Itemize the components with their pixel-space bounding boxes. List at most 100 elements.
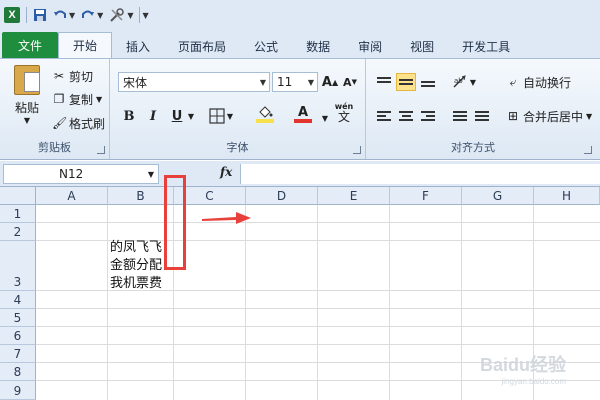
row-header-7[interactable]: 7 [0, 345, 36, 363]
row-header-4[interactable]: 4 [0, 291, 36, 309]
cut-button[interactable]: ✂ 剪切 [52, 67, 93, 85]
align-top-button[interactable] [374, 73, 394, 91]
copy-icon: ❐ [53, 92, 65, 106]
align-middle-button[interactable] [396, 73, 416, 91]
column-header-e[interactable]: E [318, 187, 390, 205]
font-launcher-icon[interactable] [353, 146, 361, 154]
tab-home[interactable]: 开始 [58, 32, 113, 58]
shrink-font-label: A [343, 75, 352, 89]
select-all-corner[interactable] [0, 187, 36, 205]
tab-view[interactable]: 视图 [396, 34, 448, 58]
underline-button[interactable]: U [168, 107, 186, 125]
copy-button[interactable]: ❐ 复制 ▼ [52, 90, 103, 108]
fill-color-swatch [256, 119, 274, 123]
orientation-button[interactable]: ab ▼ [450, 73, 478, 91]
save-icon[interactable] [33, 6, 47, 24]
format-painter-button[interactable]: 🖌 格式刷 [52, 114, 105, 132]
tab-page-layout[interactable]: 页面布局 [164, 34, 240, 58]
tab-developer[interactable]: 开发工具 [448, 34, 524, 58]
shrink-font-button[interactable]: A ▼ [342, 73, 358, 91]
row-header-1[interactable]: 1 [0, 205, 36, 223]
align-right-button[interactable] [418, 107, 438, 125]
tab-insert[interactable]: 插入 [112, 34, 164, 58]
tab-review[interactable]: 审阅 [344, 34, 396, 58]
font-group-label: 字体 [226, 141, 249, 154]
tools-icon[interactable] [109, 6, 125, 24]
column-header-h[interactable]: H [534, 187, 600, 205]
font-size-select[interactable]: 11 ▼ [272, 72, 318, 92]
clipboard-launcher-icon[interactable] [97, 146, 105, 154]
italic-button[interactable]: I [144, 107, 162, 125]
svg-text:ab: ab [454, 77, 463, 85]
align-left-button[interactable] [374, 107, 394, 125]
insert-function-icon[interactable]: fx [220, 165, 232, 179]
font-group: 宋体 ▼ 11 ▼ A ▲ A ▼ B I U ▼ ▼ A ▼ wén 文 字体 [110, 59, 366, 159]
redo-dropdown-icon[interactable]: ▼ [97, 11, 103, 20]
paste-button[interactable]: 粘贴 ▼ [10, 65, 44, 125]
decrease-indent-button[interactable] [450, 107, 470, 125]
merge-cells-icon: ⊞ [507, 109, 519, 123]
paste-dropdown-icon[interactable]: ▼ [10, 116, 44, 125]
formula-bar: N12 ▼ fx [0, 161, 600, 187]
watermark-text: Baidu经验 [479, 355, 566, 375]
clipboard-icon [14, 65, 40, 95]
tools-dropdown-icon[interactable]: ▼ [127, 11, 133, 20]
gridline [317, 205, 318, 400]
text-orientation-icon: ab [453, 75, 466, 88]
font-name-select[interactable]: 宋体 ▼ [118, 72, 270, 92]
column-header-d[interactable]: D [246, 187, 318, 205]
underline-dropdown-icon[interactable]: ▼ [186, 107, 196, 125]
column-header-f[interactable]: F [390, 187, 462, 205]
row-header-6[interactable]: 6 [0, 327, 36, 345]
customize-qat-icon[interactable]: ▼ [142, 11, 148, 20]
merge-center-label: 合并后居中 [523, 109, 584, 124]
phonetic-char: 文 [337, 110, 350, 124]
formula-input[interactable] [240, 164, 600, 184]
row-header-3[interactable]: 3 [0, 241, 36, 291]
borders-button[interactable]: ▼ [206, 107, 236, 125]
row-header-2[interactable]: 2 [0, 223, 36, 241]
watermark: Baidu经验 jingyan.baidu.com [480, 351, 566, 386]
row-header-5[interactable]: 5 [0, 309, 36, 327]
undo-dropdown-icon[interactable]: ▼ [69, 11, 75, 20]
undo-icon[interactable] [53, 6, 67, 24]
tab-file[interactable]: 文件 [2, 32, 58, 58]
phonetic-button[interactable]: wén 文 [332, 102, 356, 124]
column-header-g[interactable]: G [462, 187, 534, 205]
ribbon-tabs: 文件 开始 插入 页面布局 公式 数据 审阅 视图 开发工具 [0, 30, 600, 58]
bold-button[interactable]: B [120, 107, 138, 125]
toolbar-separator [26, 7, 27, 23]
tab-formulas[interactable]: 公式 [240, 34, 292, 58]
orientation-dropdown-icon: ▼ [469, 77, 477, 87]
redo-icon[interactable] [81, 6, 95, 24]
font-color-button[interactable]: A [288, 105, 318, 123]
alignment-launcher-icon[interactable] [584, 146, 592, 154]
merge-center-button[interactable]: ⊞ 合并后居中 ▼ [506, 107, 592, 125]
name-box[interactable]: N12 ▼ [3, 164, 159, 184]
ribbon: 粘贴 ▼ ✂ 剪切 ❐ 复制 ▼ 🖌 格式刷 剪贴板 宋体 ▼ 11 ▼ A▲ [0, 58, 600, 160]
paste-label: 粘贴 [14, 101, 39, 115]
paint-bucket-icon [259, 106, 273, 118]
cut-label: 剪切 [69, 69, 94, 84]
cell-b3-line-3: 我机票费 [110, 276, 163, 291]
font-color-dropdown-icon[interactable]: ▼ [320, 109, 330, 127]
grow-font-button[interactable]: A ▲ [322, 73, 338, 91]
wrap-text-button[interactable]: ⤶ 自动换行 [506, 73, 571, 91]
tab-data[interactable]: 数据 [292, 34, 344, 58]
row-header-8[interactable]: 8 [0, 363, 36, 381]
toolbar-separator [139, 7, 141, 23]
fill-color-button[interactable] [250, 105, 280, 123]
copy-label: 复制 [69, 92, 94, 107]
gridline [107, 205, 108, 400]
copy-dropdown-icon[interactable]: ▼ [96, 95, 102, 104]
shrink-arrow-icon: ▼ [351, 78, 357, 86]
merge-dropdown-icon: ▼ [586, 111, 593, 121]
align-center-button[interactable] [396, 107, 416, 125]
column-header-a[interactable]: A [36, 187, 108, 205]
font-color-swatch [294, 118, 312, 123]
align-bottom-button[interactable] [418, 73, 438, 91]
font-color-glyph: A [297, 104, 309, 120]
gridline [245, 205, 246, 400]
increase-indent-button[interactable] [472, 107, 492, 125]
row-header-9[interactable]: 9 [0, 381, 36, 400]
